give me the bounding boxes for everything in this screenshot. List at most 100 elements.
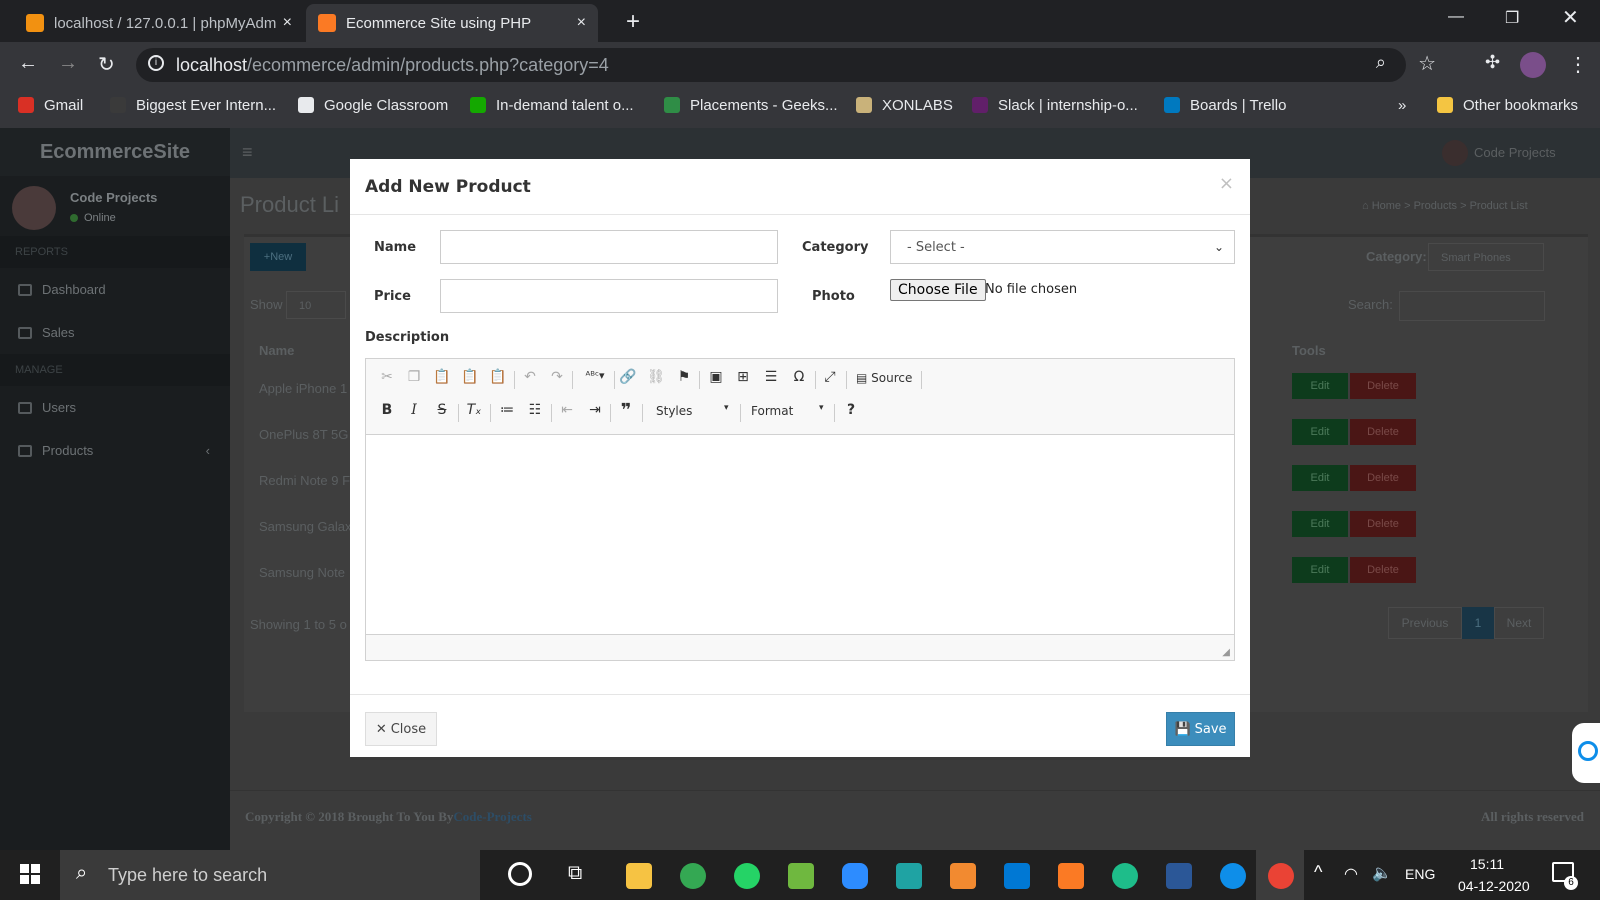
remove-format-icon[interactable]: Tₓ [463,402,485,418]
show-entries-select[interactable]: 10 [286,291,346,319]
bookmark-google-classroom[interactable]: Google Classroom [298,92,448,118]
pagination-next[interactable]: Next [1494,607,1544,639]
table-icon[interactable]: ⊞ [732,369,754,385]
sidebar-item-sales[interactable]: Sales [0,311,230,354]
reload-icon[interactable]: ↻ [98,52,115,77]
zoom-app-icon[interactable] [842,863,868,889]
paste-text-icon[interactable]: 📋 [459,369,481,385]
zoom-icon[interactable]: ⌕ [1376,52,1386,73]
taskbar-search[interactable]: ⌕ Type here to search [60,850,480,900]
language-indicator[interactable]: ENG [1405,866,1435,882]
volume-icon[interactable]: 🔈 [1372,863,1392,883]
chrome-icon[interactable] [680,863,706,889]
anchor-icon[interactable]: ⚑ [673,369,695,385]
vscode-icon[interactable] [1004,863,1030,889]
clock-date[interactable]: 04-12-2020 [1458,878,1530,894]
bookmark-upwork[interactable]: In-demand talent o... [470,92,634,118]
edit-button[interactable]: Edit [1292,465,1348,491]
bookmark-geeks[interactable]: Placements - Geeks... [664,92,838,118]
address-bar[interactable]: i localhost/ecommerce/admin/products.php… [136,48,1436,82]
maximize-icon[interactable]: ⤢ [819,369,841,385]
close-button[interactable]: ✕ Close [365,712,437,746]
bookmark-star-icon[interactable]: ☆ [1418,51,1436,76]
image-icon[interactable]: ▣ [705,369,727,385]
italic-icon[interactable]: I [403,402,425,418]
resize-handle-icon[interactable]: ◢ [1222,647,1230,658]
task-view-icon[interactable]: ⧉ [568,862,582,885]
price-input[interactable] [440,279,778,313]
breadcrumb-home[interactable]: Home [1372,200,1401,212]
bookmarks-overflow[interactable]: » [1398,92,1406,118]
minimize-icon[interactable]: ― [1448,8,1464,26]
sidebar-toggle-icon[interactable]: ≡ [242,142,253,163]
file-explorer-icon[interactable] [626,863,652,889]
edit-button[interactable]: Edit [1292,511,1348,537]
unlink-icon[interactable]: ⛓ [645,369,667,385]
back-icon[interactable]: ← [18,52,38,75]
other-bookmarks[interactable]: Other bookmarks [1437,92,1578,118]
bulleted-list-icon[interactable]: ☷ [524,402,546,418]
copy-icon[interactable]: ❐ [403,369,425,385]
extensions-icon[interactable]: ✣ [1485,52,1500,73]
brand-logo[interactable]: EcommerceSite [0,128,230,176]
teamviewer-widget[interactable] [1572,723,1600,783]
whatsapp-icon[interactable] [734,863,760,889]
link-icon[interactable]: 🔗 [617,369,639,385]
xampp-taskbar-icon[interactable] [1058,863,1084,889]
sidebar-item-products[interactable]: Products ‹ [0,429,230,472]
forward-icon[interactable]: → [58,52,78,75]
column-header-name[interactable]: Name [259,343,294,358]
camera-app-icon[interactable] [896,863,922,889]
teamviewer-taskbar-icon[interactable] [1220,863,1246,889]
blockquote-icon[interactable]: ❞ [615,400,637,421]
search-input[interactable] [1399,291,1545,321]
special-char-icon[interactable]: Ω [788,369,810,385]
editor-content-area[interactable] [366,436,1234,634]
chrome-active-icon[interactable] [1268,863,1294,889]
bookmark-trello[interactable]: Boards | Trello [1164,92,1286,118]
app-icon[interactable] [788,863,814,889]
name-input[interactable] [440,230,778,264]
strikethrough-icon[interactable]: S [431,402,453,418]
choose-file-button[interactable]: Choose File [890,279,986,301]
new-tab-button[interactable]: + [626,8,640,36]
menu-icon[interactable]: ⋮ [1568,52,1588,77]
profile-avatar[interactable] [1520,52,1546,78]
modal-close-icon[interactable]: × [1219,173,1234,194]
save-button[interactable]: 💾 Save [1166,712,1235,746]
delete-button[interactable]: Delete [1350,419,1416,445]
close-tab-icon[interactable]: × [577,14,586,32]
delete-button[interactable]: Delete [1350,373,1416,399]
wifi-icon[interactable]: ◠ [1344,864,1358,884]
delete-button[interactable]: Delete [1350,511,1416,537]
undo-icon[interactable]: ↶ [519,369,541,385]
cut-icon[interactable]: ✂ [376,369,398,385]
sidebar-item-users[interactable]: Users [0,386,230,429]
help-icon[interactable]: ? [840,402,862,418]
source-button[interactable]: ▤ Source [856,371,912,385]
paste-word-icon[interactable]: 📋 [487,369,509,385]
indent-icon[interactable]: ⇥ [584,402,606,418]
new-button[interactable]: +New [250,243,306,271]
horizontal-line-icon[interactable]: ☰ [760,369,782,385]
close-tab-icon[interactable]: × [283,14,292,32]
maximize-icon[interactable]: ❐ [1505,8,1519,28]
media-player-icon[interactable] [950,863,976,889]
sidebar-item-dashboard[interactable]: Dashboard [0,268,230,311]
category-select[interactable]: - Select - ⌄ [890,230,1235,264]
pagination-page[interactable]: 1 [1462,607,1494,639]
bookmark-gmail[interactable]: Gmail [18,92,83,118]
column-header-tools[interactable]: Tools [1292,343,1326,358]
edit-button[interactable]: Edit [1292,373,1348,399]
delete-button[interactable]: Delete [1350,557,1416,583]
clock-time[interactable]: 15:11 [1470,856,1504,872]
edit-button[interactable]: Edit [1292,557,1348,583]
edge-icon[interactable] [1112,863,1138,889]
breadcrumb-products[interactable]: Products [1414,200,1457,212]
paste-icon[interactable]: 📋 [431,369,453,385]
styles-dropdown[interactable]: Styles ▾ [656,403,729,418]
windows-start-icon[interactable] [20,864,40,884]
bookmark-slack[interactable]: Slack | internship-o... [972,92,1138,118]
bookmark-xonlabs[interactable]: XONLABS [856,92,953,118]
tab-ecommerce[interactable]: Ecommerce Site using PHP × [306,4,598,42]
